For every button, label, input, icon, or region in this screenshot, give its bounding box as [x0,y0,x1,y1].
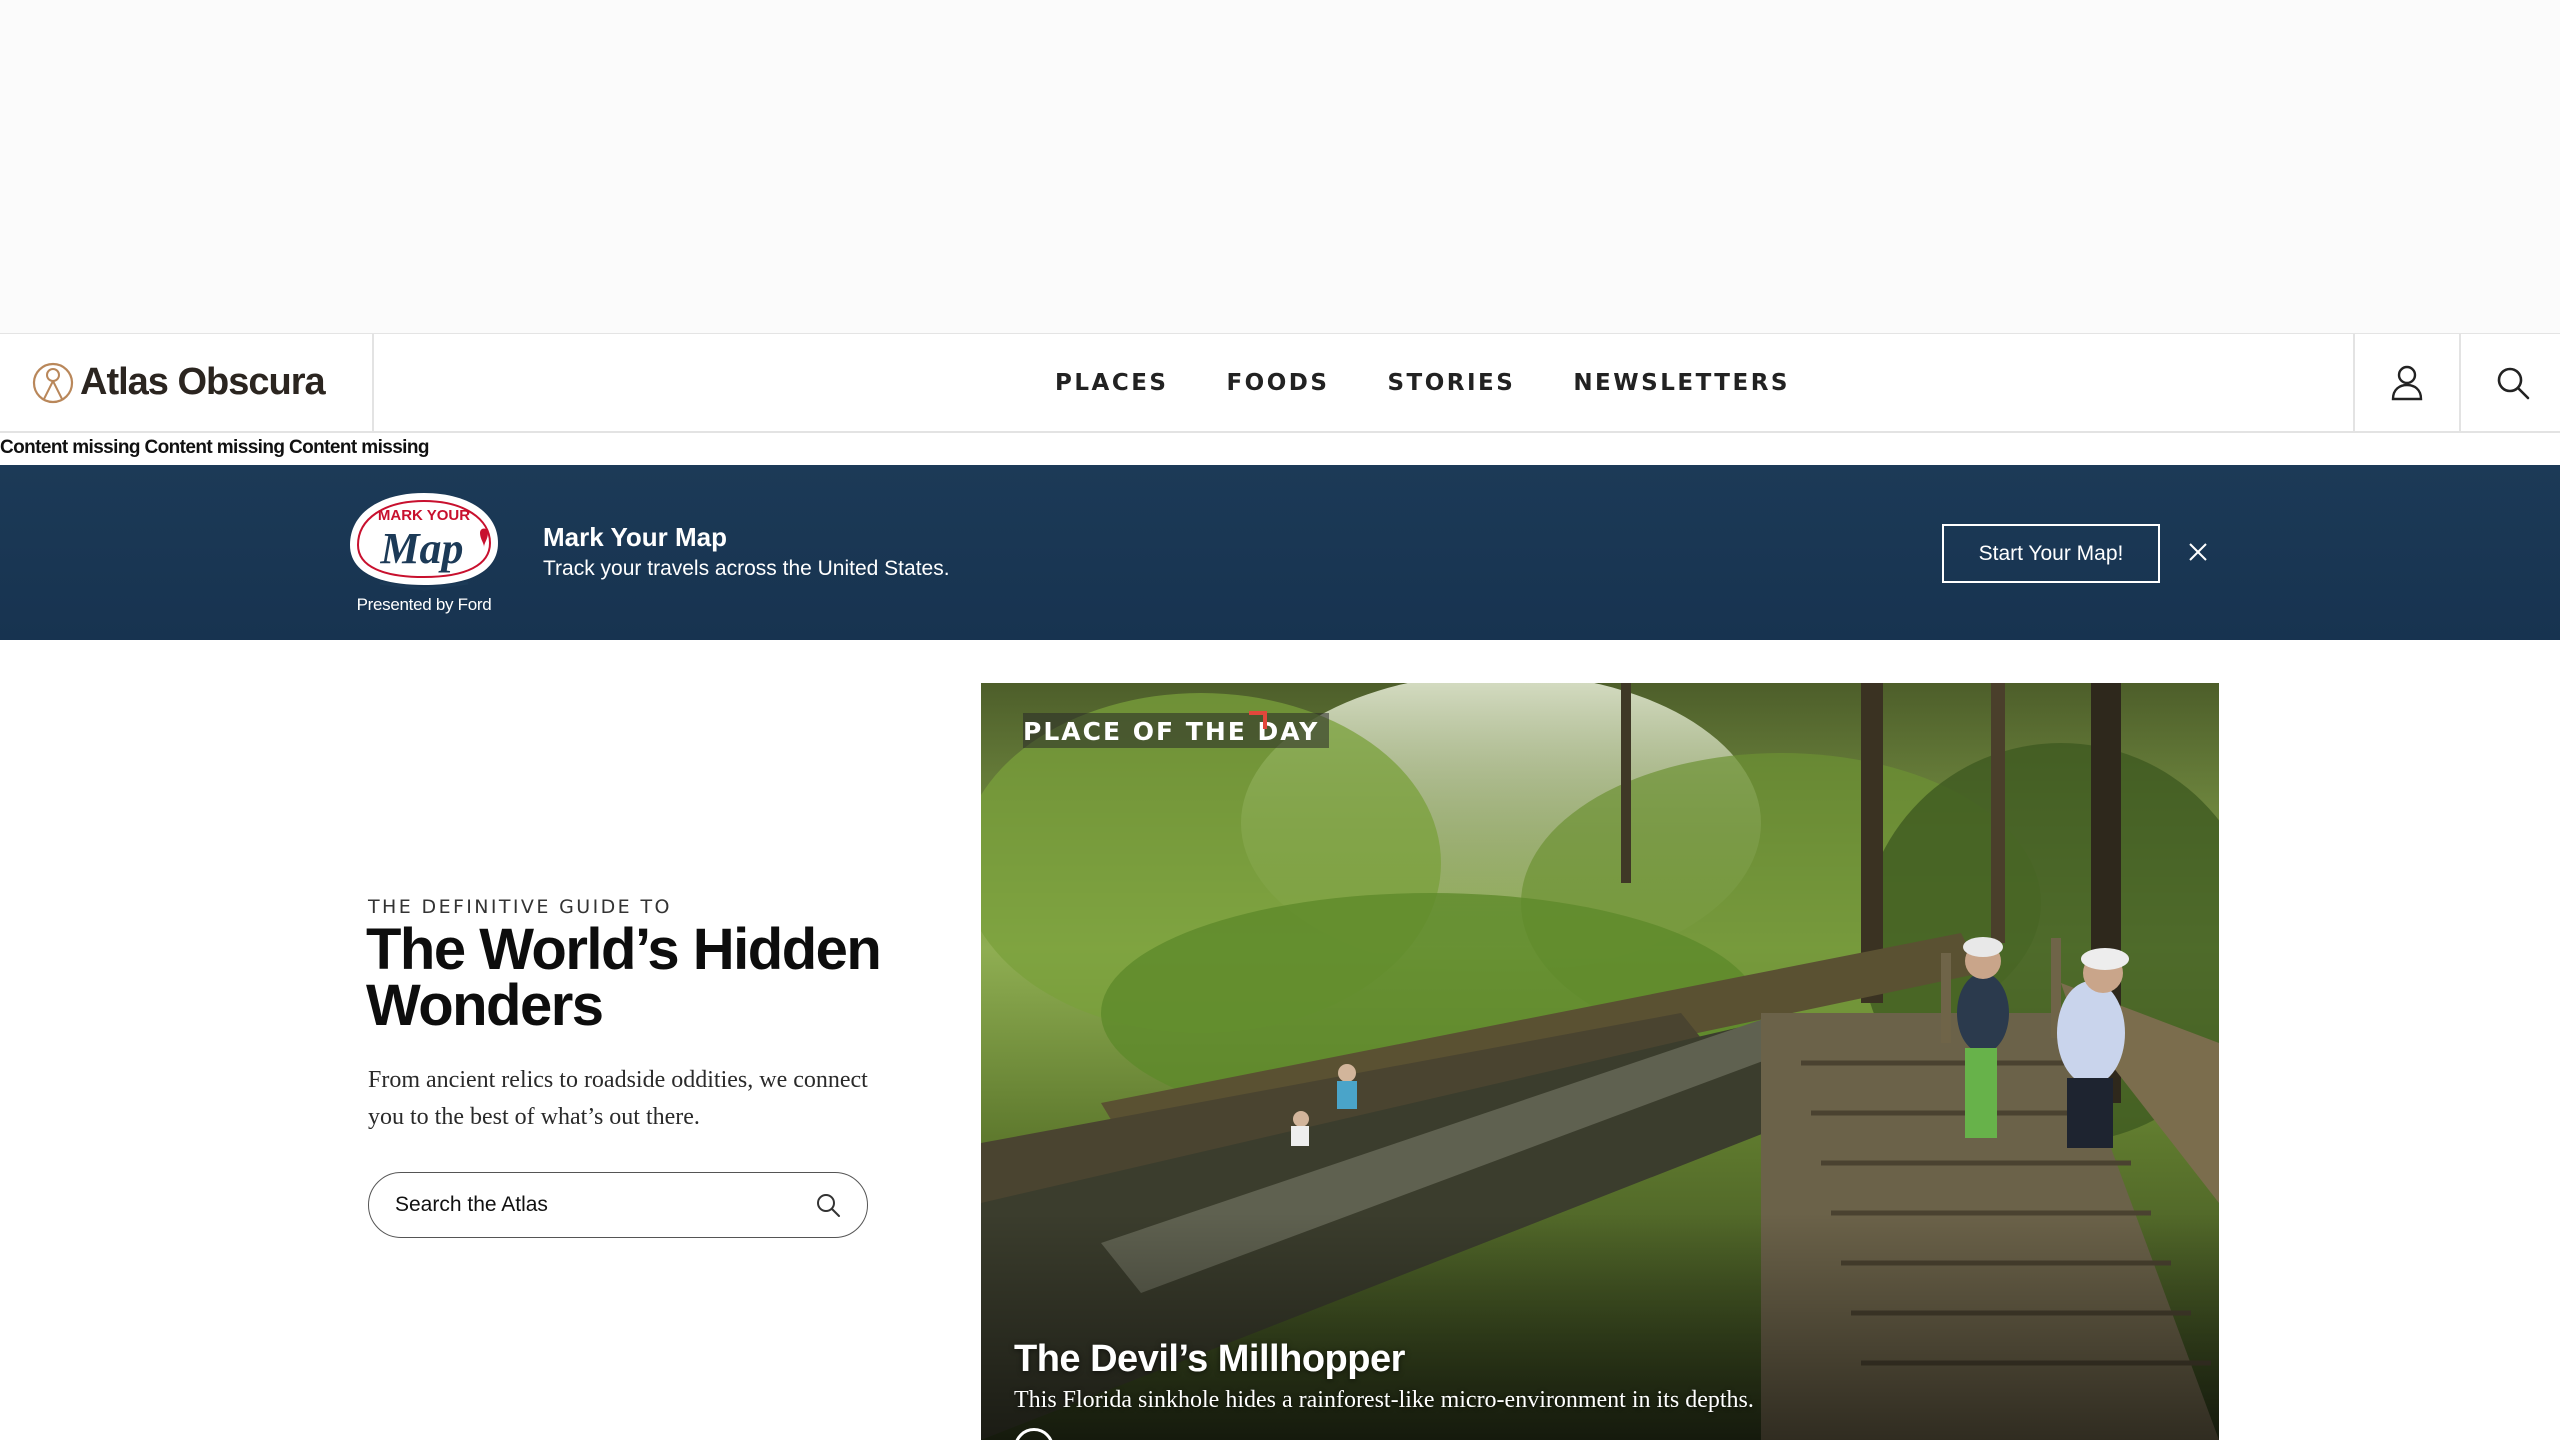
atlas-search-box [368,1172,868,1238]
ad-slot [0,0,2560,334]
logo-text: Atlas Obscura [80,361,326,403]
hero-title: The World’s Hidden Wonders [366,917,882,1038]
label-corner-accent [1249,711,1267,729]
place-title[interactable]: The Devil’s Millhopper [1014,1338,1405,1381]
svg-text:Map: Map [379,524,463,573]
atlas-search-input[interactable] [395,1193,815,1217]
place-photo [981,683,2219,1440]
svg-text:MARK YOUR: MARK YOUR [378,507,470,524]
content-missing-notice: Content missing Content missing Content … [0,437,429,458]
user-icon [2391,365,2423,400]
place-of-the-day-card[interactable]: PLACE OF THE DAY The Devil’s Millhopper … [981,683,2219,1440]
mark-your-map-badge-icon: MARK YOUR Map [350,493,498,591]
search-icon[interactable] [815,1192,841,1218]
main-nav: PLACES FOODS STORIES NEWSLETTERS [1055,334,1790,431]
atlas-obscura-logo-icon [32,362,74,403]
place-of-the-day-label: PLACE OF THE DAY [1023,713,1330,748]
header-search-button[interactable] [2459,334,2560,431]
promo-subtitle: Track your travels across the United Sta… [543,557,950,580]
nav-places[interactable]: PLACES [1055,370,1168,396]
place-description: This Florida sinkhole hides a rainforest… [1014,1387,1754,1413]
close-icon[interactable] [2186,540,2210,564]
presented-by-label: Presented by Ford [356,595,492,614]
start-your-map-button[interactable]: Start Your Map! [1942,524,2160,583]
nav-stories[interactable]: STORIES [1387,370,1515,396]
hero-eyebrow: THE DEFINITIVE GUIDE TO [368,896,672,918]
mark-your-map-banner: MARK YOUR Map Presented by Ford Mark You… [0,465,2560,640]
account-button[interactable] [2353,334,2459,431]
nav-newsletters[interactable]: NEWSLETTERS [1573,370,1790,396]
promo-title: Mark Your Map [543,522,727,552]
nav-foods[interactable]: FOODS [1226,370,1329,396]
search-icon [2497,367,2530,399]
site-header: Atlas Obscura PLACES FOODS STORIES NEWSL… [0,334,2560,433]
hero-description: From ancient relics to roadside oddities… [368,1067,868,1130]
logo[interactable]: Atlas Obscura [0,334,374,431]
